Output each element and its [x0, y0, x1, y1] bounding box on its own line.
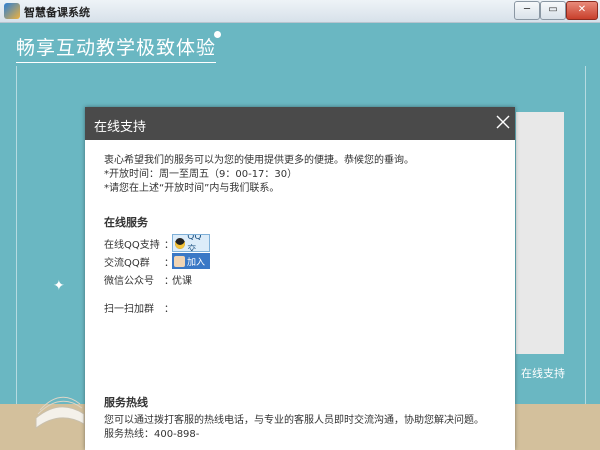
opening-hours: *开放时间：周一至周五（9：00-17：30） — [104, 169, 298, 180]
app-window: 智慧备课系统 ─ ▭ ✕ 畅享互动教学极致体验 ✦ 在线支持 在线支持 衷心希望… — [0, 0, 600, 450]
side-panel — [516, 112, 564, 354]
dialog-header: 在线支持 — [85, 107, 515, 140]
hotline-heading: 服务热线 — [104, 396, 148, 409]
online-support-link[interactable]: 在线支持 — [521, 365, 565, 381]
row-label: 交流QQ群 — [104, 257, 150, 269]
close-button[interactable]: ✕ — [566, 1, 598, 20]
wechat-account: 优课 — [172, 275, 192, 287]
qq-group-row: 交流QQ群 ： 加入 — [104, 252, 504, 270]
hotline-number: 服务热线：400-898- — [104, 429, 200, 440]
online-service-heading: 在线服务 — [104, 216, 148, 229]
app-title: 智慧备课系统 — [24, 6, 90, 19]
row-colon: ： — [164, 275, 174, 287]
sparkle-icon: ✦ — [53, 278, 65, 294]
scan-qr-row: 扫一扫加群 ： — [104, 298, 504, 316]
minimize-button[interactable]: ─ — [514, 1, 540, 20]
qq-support-row: 在线QQ支持 ： QQ交 — [104, 234, 504, 252]
slogan-dot-icon — [214, 31, 221, 38]
row-colon: ： — [164, 239, 174, 251]
close-icon[interactable] — [495, 114, 511, 130]
dialog-title: 在线支持 — [94, 120, 147, 135]
online-support-dialog: 在线支持 衷心希望我们的服务可以为您的使用提供更多的便捷。恭候您的垂询。 *开放… — [85, 107, 515, 450]
qq-chat-label: QQ交 — [187, 234, 202, 252]
qq-chat-button[interactable]: QQ交 — [172, 234, 210, 252]
book-icon — [35, 396, 85, 429]
row-colon: ： — [164, 303, 174, 315]
hotline-section: 服务热线 您可以通过拨打客服的热线电话，与专业的客服人员即时交流沟通，协助您解决… — [104, 394, 504, 442]
row-label: 扫一扫加群 — [104, 303, 154, 315]
row-label: 微信公众号 — [104, 275, 154, 287]
contact-note: *请您在上述“开放时间”内与我们联系。 — [104, 183, 280, 194]
join-group-label: 加入 — [187, 257, 206, 268]
slogan-text: 畅享互动教学极致体验 — [16, 33, 217, 63]
wechat-row: 微信公众号 ： 优课 — [104, 270, 504, 288]
group-icon — [174, 255, 185, 267]
row-colon: ： — [164, 257, 174, 269]
join-group-button[interactable]: 加入 — [172, 253, 210, 269]
app-logo-icon — [4, 3, 20, 19]
qq-penguin-icon — [175, 237, 186, 249]
title-bar: 智慧备课系统 ─ ▭ ✕ — [0, 0, 600, 23]
hotline-description: 您可以通过拨打客服的热线电话，与专业的客服人员即时交流沟通，协助您解决问题。 — [104, 415, 484, 426]
dialog-content: 衷心希望我们的服务可以为您的使用提供更多的便捷。恭候您的垂询。 *开放时间：周一… — [104, 154, 504, 316]
maximize-button[interactable]: ▭ — [540, 1, 566, 20]
intro-line: 衷心希望我们的服务可以为您的使用提供更多的便捷。恭候您的垂询。 — [104, 155, 414, 166]
row-label: 在线QQ支持 — [104, 239, 160, 251]
